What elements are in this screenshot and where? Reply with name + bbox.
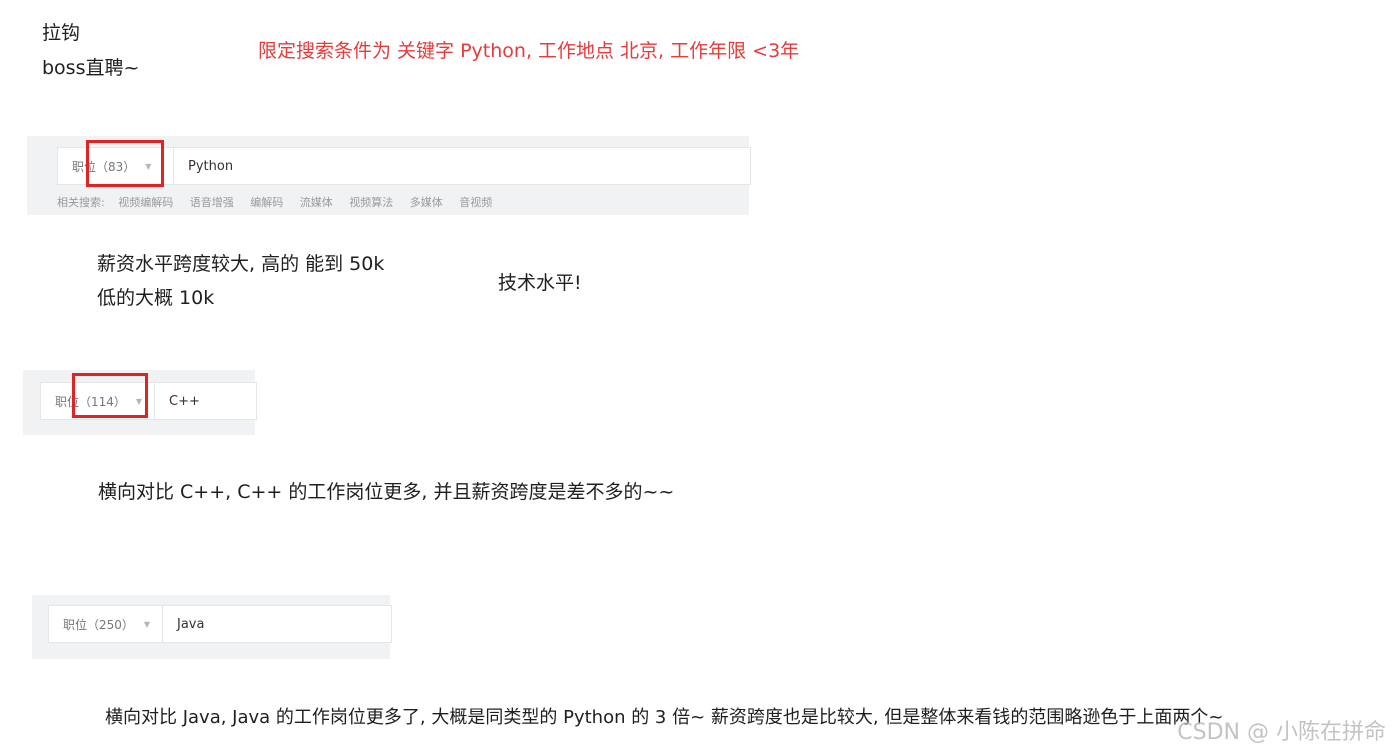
related-item[interactable]: 流媒体: [300, 196, 333, 209]
note-lagou: 拉钩: [42, 22, 81, 44]
keyword-value[interactable]: C++: [155, 394, 200, 409]
java-search-bar: 职位（250） ▼ Java: [48, 605, 392, 643]
tech-level-note: 技术水平!: [498, 272, 582, 294]
keyword-value[interactable]: Java: [163, 617, 204, 632]
job-count-dropdown[interactable]: 职位（250） ▼: [49, 606, 163, 642]
annotation-box-python-count: [86, 140, 164, 187]
salary-note-low: 低的大概 10k: [97, 287, 215, 309]
related-item[interactable]: 编解码: [250, 196, 283, 209]
chevron-down-icon: ▼: [143, 619, 150, 629]
related-searches: 相关搜索: 视频编解码 语音增强 编解码 流媒体 视频算法 多媒体 音视频: [57, 194, 505, 210]
job-count-label: 职位（250）: [63, 617, 134, 632]
annotation-box-cpp-count: [72, 373, 148, 418]
related-label: 相关搜索:: [57, 196, 105, 209]
keyword-value[interactable]: Python: [174, 159, 233, 174]
related-item[interactable]: 多媒体: [410, 196, 443, 209]
cpp-compare-note: 横向对比 C++, C++ 的工作岗位更多, 并且薪资跨度是差不多的~~: [98, 481, 675, 503]
java-compare-note: 横向对比 Java, Java 的工作岗位更多了, 大概是同类型的 Python…: [105, 707, 1224, 728]
related-item[interactable]: 音视频: [459, 196, 492, 209]
csdn-watermark: CSDN @ 小陈在拼命: [1177, 720, 1386, 745]
salary-note-high: 薪资水平跨度较大, 高的 能到 50k: [97, 253, 385, 275]
related-item[interactable]: 视频编解码: [118, 196, 173, 209]
search-condition-note: 限定搜索条件为 关键字 Python, 工作地点 北京, 工作年限 <3年: [258, 40, 800, 62]
related-item[interactable]: 视频算法: [349, 196, 393, 209]
note-boss: boss直聘~: [42, 57, 140, 79]
java-search-screenshot: 职位（250） ▼ Java: [32, 595, 392, 659]
related-item[interactable]: 语音增强: [190, 196, 234, 209]
